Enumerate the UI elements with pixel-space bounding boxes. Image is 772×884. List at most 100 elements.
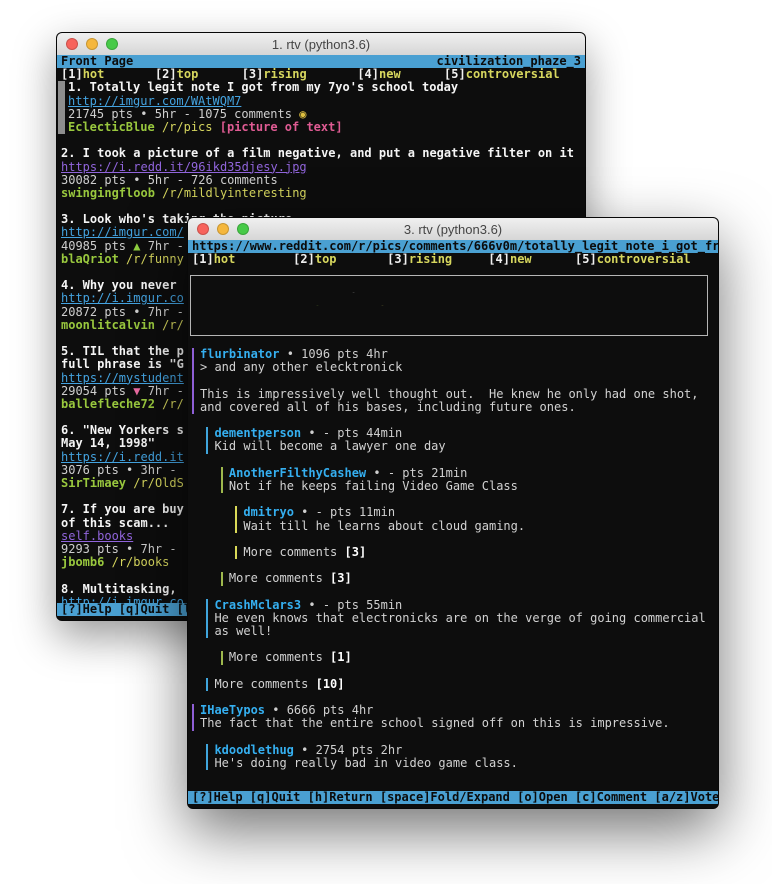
comment-body-line[interactable]: The fact that the entire school signed o…: [188, 717, 718, 730]
tab-hot[interactable]: hot: [83, 68, 105, 81]
post-author[interactable]: blaQriot: [61, 253, 119, 266]
comment-body-line[interactable]: He's doing really bad in video game clas…: [188, 757, 718, 770]
post-link-line: http://imgur.com/WAtWQM7: [194, 306, 707, 319]
comment-header-line[interactable]: kdoodlethug • 2754 pts 2hr: [188, 744, 718, 757]
gilded-icon: ◉: [299, 108, 306, 121]
post-author[interactable]: SirTimaey: [61, 477, 126, 490]
comment-header-line[interactable]: flurbinator • 1096 pts 4hr: [188, 348, 718, 361]
post-subreddit[interactable]: /r/mildlyinteresting: [162, 187, 307, 200]
post-title-line[interactable]: 1. Totally legit note I got from my 7yo'…: [57, 81, 585, 94]
tab-controversial[interactable]: controversial: [597, 253, 691, 266]
tab-controversial[interactable]: controversial: [466, 68, 560, 81]
post-link-line[interactable]: https://i.redd.it/96ikd35djesy.jpg: [57, 161, 585, 174]
post-link[interactable]: http://imgur.com/: [61, 226, 184, 239]
post-subreddit[interactable]: /r/books: [112, 556, 170, 569]
close-icon[interactable]: [66, 38, 78, 50]
post-subreddit[interactable]: /r/funny: [126, 253, 184, 266]
comment-body-line[interactable]: Kid will become a lawyer one day: [188, 440, 718, 453]
comment-depth-bar: [192, 375, 194, 388]
post-title: 8. Multitasking,: [61, 583, 184, 596]
tab-rising[interactable]: rising: [409, 253, 452, 266]
comment-header-line[interactable]: CrashMclars3 • - pts 55min: [188, 599, 718, 612]
blank-line: [188, 638, 718, 651]
post-link[interactable]: self.books: [61, 530, 133, 543]
post-link[interactable]: https://mystudent: [61, 372, 184, 385]
tab-controversial-key[interactable]: [5]: [575, 253, 597, 266]
tab-top[interactable]: top: [177, 68, 199, 81]
tab-rising-key[interactable]: [3]: [387, 253, 409, 266]
more-comments-line[interactable]: More comments [3]: [188, 572, 718, 585]
tab-new[interactable]: new: [510, 253, 532, 266]
comment-body-line[interactable]: Wait till he learns about cloud gaming.: [188, 520, 718, 533]
comment-body-line[interactable]: This is impressively well thought out. H…: [188, 388, 718, 401]
comment-username[interactable]: AnotherFilthyCashew: [229, 467, 366, 480]
zoom-icon[interactable]: [237, 223, 249, 235]
post-meta-line[interactable]: 30082 pts • 5hr - 726 comments: [57, 174, 585, 187]
post-stats-line: 23771 pts • 1155 comments ◉: [194, 319, 707, 332]
post-author[interactable]: jbomb6: [61, 556, 104, 569]
minimize-icon[interactable]: [86, 38, 98, 50]
post-link[interactable]: http://imgur.com/WAtWQM7: [68, 95, 241, 108]
comment-header-line[interactable]: dmitryo • - pts 11min: [188, 506, 718, 519]
comment-header-line[interactable]: dementperson • - pts 44min: [188, 427, 718, 440]
post-link[interactable]: https://i.redd.it: [61, 451, 184, 464]
post-meta: 29054 pts: [61, 385, 133, 398]
post-subreddit[interactable]: /r/pics: [162, 121, 213, 134]
zoom-icon[interactable]: [106, 38, 118, 50]
comment-body-line[interactable]: Not if he keeps failing Video Game Class: [188, 480, 718, 493]
comment-username[interactable]: kdoodlethug: [214, 744, 293, 757]
tab-hot-key[interactable]: [1]: [61, 68, 83, 81]
post-title-line[interactable]: 2. I took a picture of a film negative, …: [57, 147, 585, 160]
comment-header-line[interactable]: IHaeTypos • 6666 pts 4hr: [188, 704, 718, 717]
titlebar[interactable]: 1. rtv (python3.6): [57, 33, 585, 56]
post-author[interactable]: swingingfloob: [61, 187, 155, 200]
post-subreddit[interactable]: /r/: [162, 398, 184, 411]
tab-top[interactable]: top: [315, 253, 337, 266]
more-comments-line[interactable]: More comments [1]: [188, 651, 718, 664]
tab-top-key[interactable]: [2]: [293, 253, 315, 266]
comment-body-line[interactable]: > and any other elecktronick: [188, 361, 718, 374]
comment-username[interactable]: dmitryo: [243, 506, 294, 519]
comment-body-line[interactable]: as well!: [188, 625, 718, 638]
post-link[interactable]: http://imgur.com/WAtWQM7: [270, 318, 443, 319]
comment-body-line[interactable]: and covered all of his bases, including …: [188, 401, 718, 414]
comment-header-line[interactable]: AnotherFilthyCashew • - pts 21min: [188, 467, 718, 480]
comment-username[interactable]: IHaeTypos: [200, 704, 265, 717]
text-segment: 7hr -: [140, 385, 183, 398]
post-author[interactable]: EclecticBlue: [270, 305, 357, 306]
post-subreddit[interactable]: /r/OldS: [133, 477, 184, 490]
more-comments-line[interactable]: More comments [3]: [188, 546, 718, 559]
post-link[interactable]: https://i.redd.it/96ikd35djesy.jpg: [61, 161, 307, 174]
titlebar[interactable]: 3. rtv (python3.6): [188, 218, 718, 241]
comment-username[interactable]: CrashMclars3: [214, 599, 301, 612]
tab-rising-key[interactable]: [3]: [242, 68, 264, 81]
post-author-line[interactable]: EclecticBlue /r/pics [picture of text]: [57, 121, 585, 134]
comment-body-line[interactable]: He even knows that electronicks are on t…: [188, 612, 718, 625]
post-link-line[interactable]: http://imgur.com/WAtWQM7: [57, 95, 585, 108]
tab-rising[interactable]: rising: [263, 68, 306, 81]
tab-top-key[interactable]: [2]: [155, 68, 177, 81]
post-link[interactable]: http://i.imgur.co: [61, 292, 184, 305]
post-subreddit[interactable]: /r/: [162, 319, 184, 332]
minimize-icon[interactable]: [217, 223, 229, 235]
more-comments-line[interactable]: More comments [10]: [188, 678, 718, 691]
post-title: 1. Totally legit note I got from my 7yo'…: [68, 81, 458, 94]
post-meta-line[interactable]: 21745 pts • 5hr - 1075 comments ◉: [57, 108, 585, 121]
terminal-window-comments[interactable]: 3. rtv (python3.6) https://www.reddit.co…: [187, 217, 719, 809]
tab-hot[interactable]: hot: [214, 253, 236, 266]
text-segment: [452, 253, 488, 266]
post-author[interactable]: moonlitcalvin: [61, 319, 155, 332]
tab-controversial-key[interactable]: [5]: [444, 68, 466, 81]
more-comments-count: [10]: [316, 678, 345, 691]
post-author[interactable]: ballefleche72: [61, 398, 155, 411]
tab-new-key[interactable]: [4]: [488, 253, 510, 266]
comment-username[interactable]: flurbinator: [200, 348, 279, 361]
post-summary-box[interactable]: Totally legit note I got from my 7yo's s…: [190, 275, 708, 336]
post-author-line[interactable]: swingingfloob /r/mildlyinteresting: [57, 187, 585, 200]
post-author[interactable]: EclecticBlue: [68, 121, 155, 134]
tab-hot-key[interactable]: [1]: [192, 253, 214, 266]
tab-new[interactable]: new: [379, 68, 401, 81]
tab-new-key[interactable]: [4]: [357, 68, 379, 81]
close-icon[interactable]: [197, 223, 209, 235]
comment-username[interactable]: dementperson: [214, 427, 301, 440]
